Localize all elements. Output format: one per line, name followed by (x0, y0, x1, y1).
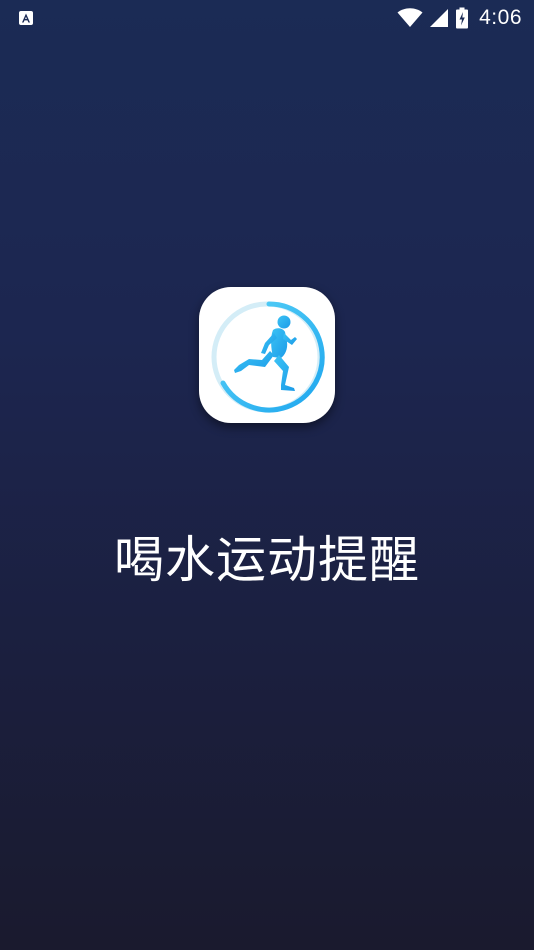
app-notification-icon (19, 11, 33, 25)
app-title: 喝水运动提醒 (114, 531, 420, 589)
cell-signal-icon (430, 9, 449, 27)
battery-charging-icon (456, 7, 469, 29)
status-icons: 4:06 (397, 6, 522, 30)
status-time: 4:06 (479, 6, 522, 29)
wifi-icon (397, 8, 423, 27)
running-man-icon (211, 301, 325, 413)
app-icon (199, 287, 335, 423)
status-bar: 4:06 (0, 0, 534, 36)
